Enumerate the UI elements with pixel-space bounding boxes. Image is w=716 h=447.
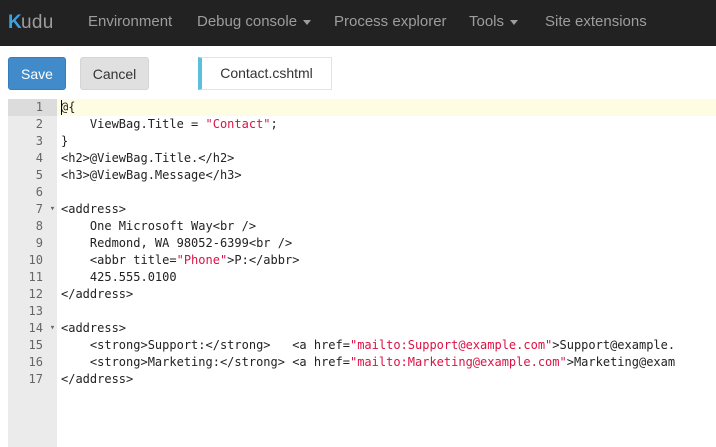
code-text: ; <box>270 117 278 131</box>
line-code[interactable]: </address> <box>61 371 133 388</box>
editor-line: 17 </address> <box>8 371 716 388</box>
editor-line: 14 ▾ <address> <box>8 320 716 337</box>
line-number: 6 <box>35 185 43 199</box>
editor-line: 12 </address> <box>8 286 716 303</box>
string-literal: "Contact" <box>205 117 271 131</box>
nav-environment[interactable]: Environment <box>88 0 172 46</box>
editor-line: 5 <h3>@ViewBag.Message</h3> <box>8 167 716 184</box>
line-number: 4 <box>35 151 43 165</box>
nav-site-extensions[interactable]: Site extensions <box>545 0 647 46</box>
line-number: 16 <box>28 355 43 369</box>
editor-line: 13 <box>8 303 716 320</box>
line-code[interactable]: 425.555.0100 <box>61 269 177 286</box>
editor-line: 9 Redmond, WA 98052-6399<br /> <box>8 235 716 252</box>
kudu-logo[interactable]: Kudu <box>8 8 54 38</box>
line-code[interactable]: <abbr title="Phone">P:</abbr> <box>61 252 300 269</box>
code-editor[interactable]: 1 @{ 2 ViewBag.Title = "Contact"; 3 } 4 … <box>8 99 716 447</box>
editor-line: 11 425.555.0100 <box>8 269 716 286</box>
line-number: 10 <box>28 253 43 267</box>
line-code[interactable]: Redmond, WA 98052-6399<br /> <box>61 235 292 252</box>
nav-debug-console[interactable]: Debug console <box>197 0 312 46</box>
cancel-button[interactable]: Cancel <box>80 57 149 90</box>
editor-line: 6 <box>8 184 716 201</box>
nav-tools[interactable]: Tools <box>469 0 519 46</box>
line-code[interactable]: One Microsoft Way<br /> <box>61 218 256 235</box>
line-number: 1 <box>8 99 57 116</box>
caret-down-icon <box>510 19 519 25</box>
nav-process-explorer[interactable]: Process explorer <box>334 0 447 46</box>
line-number: 11 <box>28 270 43 284</box>
nav-debug-console-label: Debug console <box>197 13 298 30</box>
line-number: 13 <box>28 304 43 318</box>
line-code[interactable]: <strong>Support:</strong> <a href="mailt… <box>61 337 675 354</box>
editor-line: 10 <abbr title="Phone">P:</abbr> <box>8 252 716 269</box>
line-code[interactable]: @{ <box>61 99 75 116</box>
line-number: 8 <box>35 219 43 233</box>
editor-line: 4 <h2>@ViewBag.Title.</h2> <box>8 150 716 167</box>
brand-k-letter: K <box>8 12 23 33</box>
line-code[interactable]: } <box>61 133 68 150</box>
editor-line: 16 <strong>Marketing:</strong> <a href="… <box>8 354 716 371</box>
line-code[interactable]: <address> <box>61 320 126 337</box>
line-code[interactable]: ViewBag.Title = "Contact"; <box>61 116 278 133</box>
line-number: 17 <box>28 372 43 386</box>
code-text: >Marketing@exam <box>566 355 676 369</box>
code-text: >Support@example. <box>552 338 676 352</box>
line-code[interactable]: <h3>@ViewBag.Message</h3> <box>61 167 242 184</box>
fold-arrow-icon[interactable]: ▾ <box>48 320 57 337</box>
brand-name: udu <box>21 12 54 33</box>
file-name-tab[interactable]: Contact.cshtml <box>198 57 332 90</box>
editor-line: 15 <strong>Support:</strong> <a href="ma… <box>8 337 716 354</box>
string-literal: "mailto:Marketing@example.com" <box>349 355 567 369</box>
text-cursor <box>61 100 62 115</box>
code-text: <strong>Support:</strong> <a href= <box>61 338 350 352</box>
code-text: >P:</abbr> <box>227 253 300 267</box>
line-number: 12 <box>28 287 43 301</box>
save-button[interactable]: Save <box>8 57 66 90</box>
editor-line: 8 One Microsoft Way<br /> <box>8 218 716 235</box>
editor-line: 2 ViewBag.Title = "Contact"; <box>8 116 716 133</box>
line-code[interactable]: <address> <box>61 201 126 218</box>
line-number: 15 <box>28 338 43 352</box>
editor-line: 1 @{ <box>8 99 716 116</box>
line-code[interactable]: </address> <box>61 286 133 303</box>
string-literal: "Phone" <box>176 253 228 267</box>
line-number: 2 <box>35 117 43 131</box>
code-text: ViewBag.Title = <box>61 117 206 131</box>
line-code[interactable]: <strong>Marketing:</strong> <a href="mai… <box>61 354 675 371</box>
top-navbar: Kudu Environment Debug console Process e… <box>0 0 716 46</box>
editor-line: 7 ▾ <address> <box>8 201 716 218</box>
string-literal: "mailto:Support@example.com" <box>349 338 553 352</box>
code-text: <strong>Marketing:</strong> <a href= <box>61 355 350 369</box>
fold-arrow-icon[interactable]: ▾ <box>48 201 57 218</box>
editor-line: 3 } <box>8 133 716 150</box>
nav-tools-label: Tools <box>469 13 505 30</box>
line-number: 9 <box>35 236 43 250</box>
line-number: 3 <box>35 134 43 148</box>
line-code[interactable]: <h2>@ViewBag.Title.</h2> <box>61 150 234 167</box>
code-text: <abbr title= <box>61 253 177 267</box>
caret-down-icon <box>303 19 312 25</box>
line-number: 5 <box>35 168 43 182</box>
